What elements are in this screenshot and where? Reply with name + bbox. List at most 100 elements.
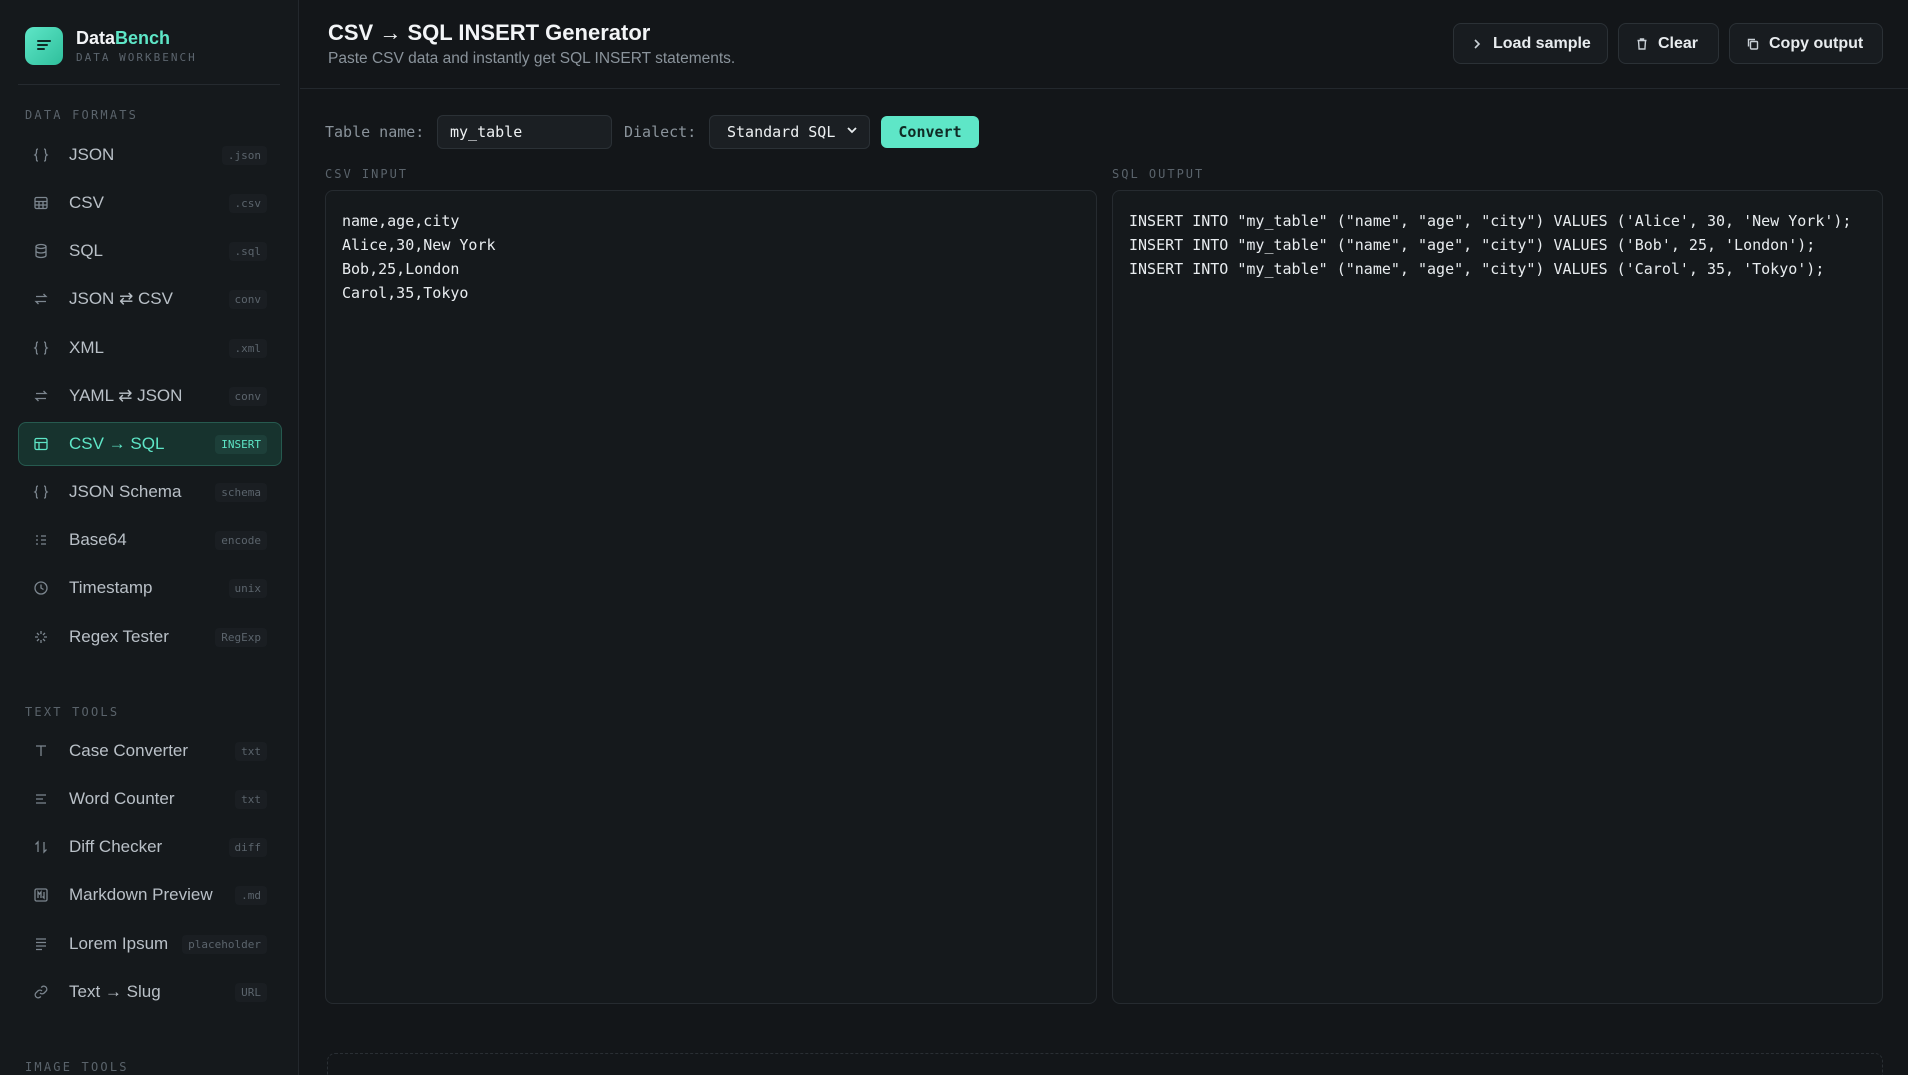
- sidebar-item-tag: encode: [215, 530, 267, 550]
- sidebar-item-word-counter[interactable]: Word Counter txt: [18, 777, 282, 821]
- dialect-select[interactable]: Standard SQL: [709, 115, 870, 149]
- csv-line: Carol,35,Tokyo: [342, 284, 469, 302]
- sidebar-item-tag: .md: [235, 885, 267, 905]
- csv-input-label: CSV INPUT: [325, 167, 409, 181]
- sidebar-item-case-converter[interactable]: Case Converter txt: [18, 729, 282, 773]
- trash-icon: [1635, 37, 1649, 51]
- section-label-data-formats: DATA FORMATS: [25, 108, 139, 122]
- arrows-updown-icon: [32, 838, 50, 856]
- page-header: CSV → SQL INSERT Generator Paste CSV dat…: [300, 0, 1908, 89]
- sidebar-item-tag: placeholder: [182, 934, 267, 954]
- sql-output-area[interactable]: INSERT INTO "my_table" ("name", "age", "…: [1112, 190, 1883, 1004]
- chevron-right-icon: [1470, 37, 1484, 51]
- braces-icon: [32, 146, 50, 164]
- sidebar-item-label: Text → Slug: [69, 982, 161, 1001]
- sidebar-item-csv[interactable]: CSV .csv: [18, 181, 282, 225]
- dialect-label: Dialect:: [624, 123, 697, 141]
- sidebar-item-timestamp[interactable]: Timestamp unix: [18, 566, 282, 610]
- section-label-text-tools: TEXT TOOLS: [25, 705, 120, 719]
- dialect-value: Standard SQL: [727, 123, 836, 141]
- load-sample-label: Load sample: [1493, 34, 1591, 52]
- sidebar-item-tag: RegExp: [215, 627, 267, 647]
- sidebar-item-markdown-preview[interactable]: Markdown Preview .md: [18, 873, 282, 917]
- sidebar-item-label: Lorem Ipsum: [69, 934, 169, 953]
- lines-icon: [32, 790, 50, 808]
- csv-line: Alice,30,New York: [342, 236, 496, 254]
- sidebar-item-regex-tester[interactable]: Regex Tester RegExp: [18, 615, 282, 659]
- swap-icon: [32, 290, 50, 308]
- divider: [18, 84, 280, 85]
- sidebar-item-label: JSON ⇄ CSV: [69, 289, 173, 308]
- sidebar-item-label: YAML ⇄ JSON: [69, 386, 183, 405]
- sidebar-item-tag: txt: [235, 789, 267, 809]
- load-sample-button[interactable]: Load sample: [1453, 23, 1608, 64]
- braces-icon: [32, 339, 50, 357]
- sidebar-item-yaml-json[interactable]: YAML ⇄ JSON conv: [18, 374, 282, 418]
- table-icon: [32, 194, 50, 212]
- sidebar-item-label: Regex Tester: [69, 627, 169, 646]
- markdown-icon: [32, 886, 50, 904]
- clear-button[interactable]: Clear: [1618, 23, 1719, 64]
- sql-line: INSERT INTO "my_table" ("name", "age", "…: [1129, 260, 1825, 278]
- sidebar-item-text-slug[interactable]: Text → Slug URL: [18, 970, 282, 1014]
- sidebar-item-xml[interactable]: XML .xml: [18, 326, 282, 370]
- sidebar-item-base64[interactable]: Base64 encode: [18, 518, 282, 562]
- sidebar-item-tag: txt: [235, 741, 267, 761]
- sidebar-item-label: Timestamp: [69, 578, 153, 597]
- sparkle-icon: [32, 628, 50, 646]
- sidebar: DataBench DATA WORKBENCH DATA FORMATS JS…: [0, 0, 299, 1075]
- clock-icon: [32, 579, 50, 597]
- sidebar-item-label: XML: [69, 338, 104, 357]
- brand-logo-icon: [25, 27, 63, 65]
- table-name-label: Table name:: [325, 123, 425, 141]
- bottom-panel: [327, 1053, 1883, 1075]
- sidebar-item-label: JSON Schema: [69, 482, 182, 501]
- csv-line: name,age,city: [342, 212, 460, 230]
- braces-icon: [32, 483, 50, 501]
- sidebar-item-diff-checker[interactable]: Diff Checker diff: [18, 825, 282, 869]
- type-icon: [32, 742, 50, 760]
- sidebar-item-tag: unix: [228, 578, 267, 598]
- page-subtitle: Paste CSV data and instantly get SQL INS…: [328, 50, 736, 67]
- chevron-down-icon: [845, 123, 859, 141]
- brand[interactable]: DataBench DATA WORKBENCH: [25, 27, 197, 65]
- sidebar-item-label: Diff Checker: [69, 837, 163, 856]
- sidebar-item-tag: conv: [228, 386, 267, 406]
- brand-name: DataBench: [76, 28, 171, 48]
- table-name-input[interactable]: [437, 115, 612, 149]
- table-icon: [32, 435, 50, 453]
- copy-output-label: Copy output: [1769, 34, 1864, 52]
- sidebar-item-label: Markdown Preview: [69, 885, 213, 904]
- paragraph-icon: [32, 935, 50, 953]
- sidebar-item-tag: INSERT: [215, 434, 267, 454]
- sidebar-item-sql[interactable]: SQL .sql: [18, 229, 282, 273]
- sidebar-item-json-schema[interactable]: JSON Schema schema: [18, 470, 282, 514]
- sql-line: INSERT INTO "my_table" ("name", "age", "…: [1129, 236, 1816, 254]
- sql-output-label: SQL OUTPUT: [1112, 167, 1205, 181]
- convert-button[interactable]: Convert: [881, 116, 979, 148]
- sidebar-item-json-csv[interactable]: JSON ⇄ CSV conv: [18, 277, 282, 321]
- copy-output-button[interactable]: Copy output: [1729, 23, 1883, 64]
- link-icon: [32, 983, 50, 1001]
- sidebar-item-label: CSV → SQL: [69, 434, 165, 453]
- sidebar-item-tag: .sql: [228, 241, 267, 261]
- sidebar-item-tag: .json: [221, 145, 267, 165]
- page-title: CSV → SQL INSERT Generator: [328, 20, 651, 45]
- csv-input-textarea[interactable]: name,age,city Alice,30,New York Bob,25,L…: [325, 190, 1097, 1004]
- sidebar-item-json[interactable]: JSON .json: [18, 133, 282, 177]
- sidebar-item-label: CSV: [69, 193, 104, 212]
- csv-line: Bob,25,London: [342, 260, 460, 278]
- sidebar-item-csv-sql[interactable]: CSV → SQL INSERT: [18, 422, 282, 466]
- sidebar-item-tag: conv: [228, 289, 267, 309]
- swap-icon: [32, 387, 50, 405]
- sidebar-item-label: SQL: [69, 241, 104, 260]
- sidebar-item-label: Word Counter: [69, 789, 175, 808]
- sidebar-item-tag: diff: [228, 837, 267, 857]
- sidebar-item-label: Case Converter: [69, 741, 189, 760]
- sidebar-item-lorem-ipsum[interactable]: Lorem Ipsum placeholder: [18, 922, 282, 966]
- sidebar-item-tag: schema: [215, 482, 267, 502]
- brand-subtitle: DATA WORKBENCH: [76, 51, 197, 64]
- clear-label: Clear: [1658, 34, 1699, 52]
- sidebar-item-label: Base64: [69, 530, 127, 549]
- list-icon: [32, 531, 50, 549]
